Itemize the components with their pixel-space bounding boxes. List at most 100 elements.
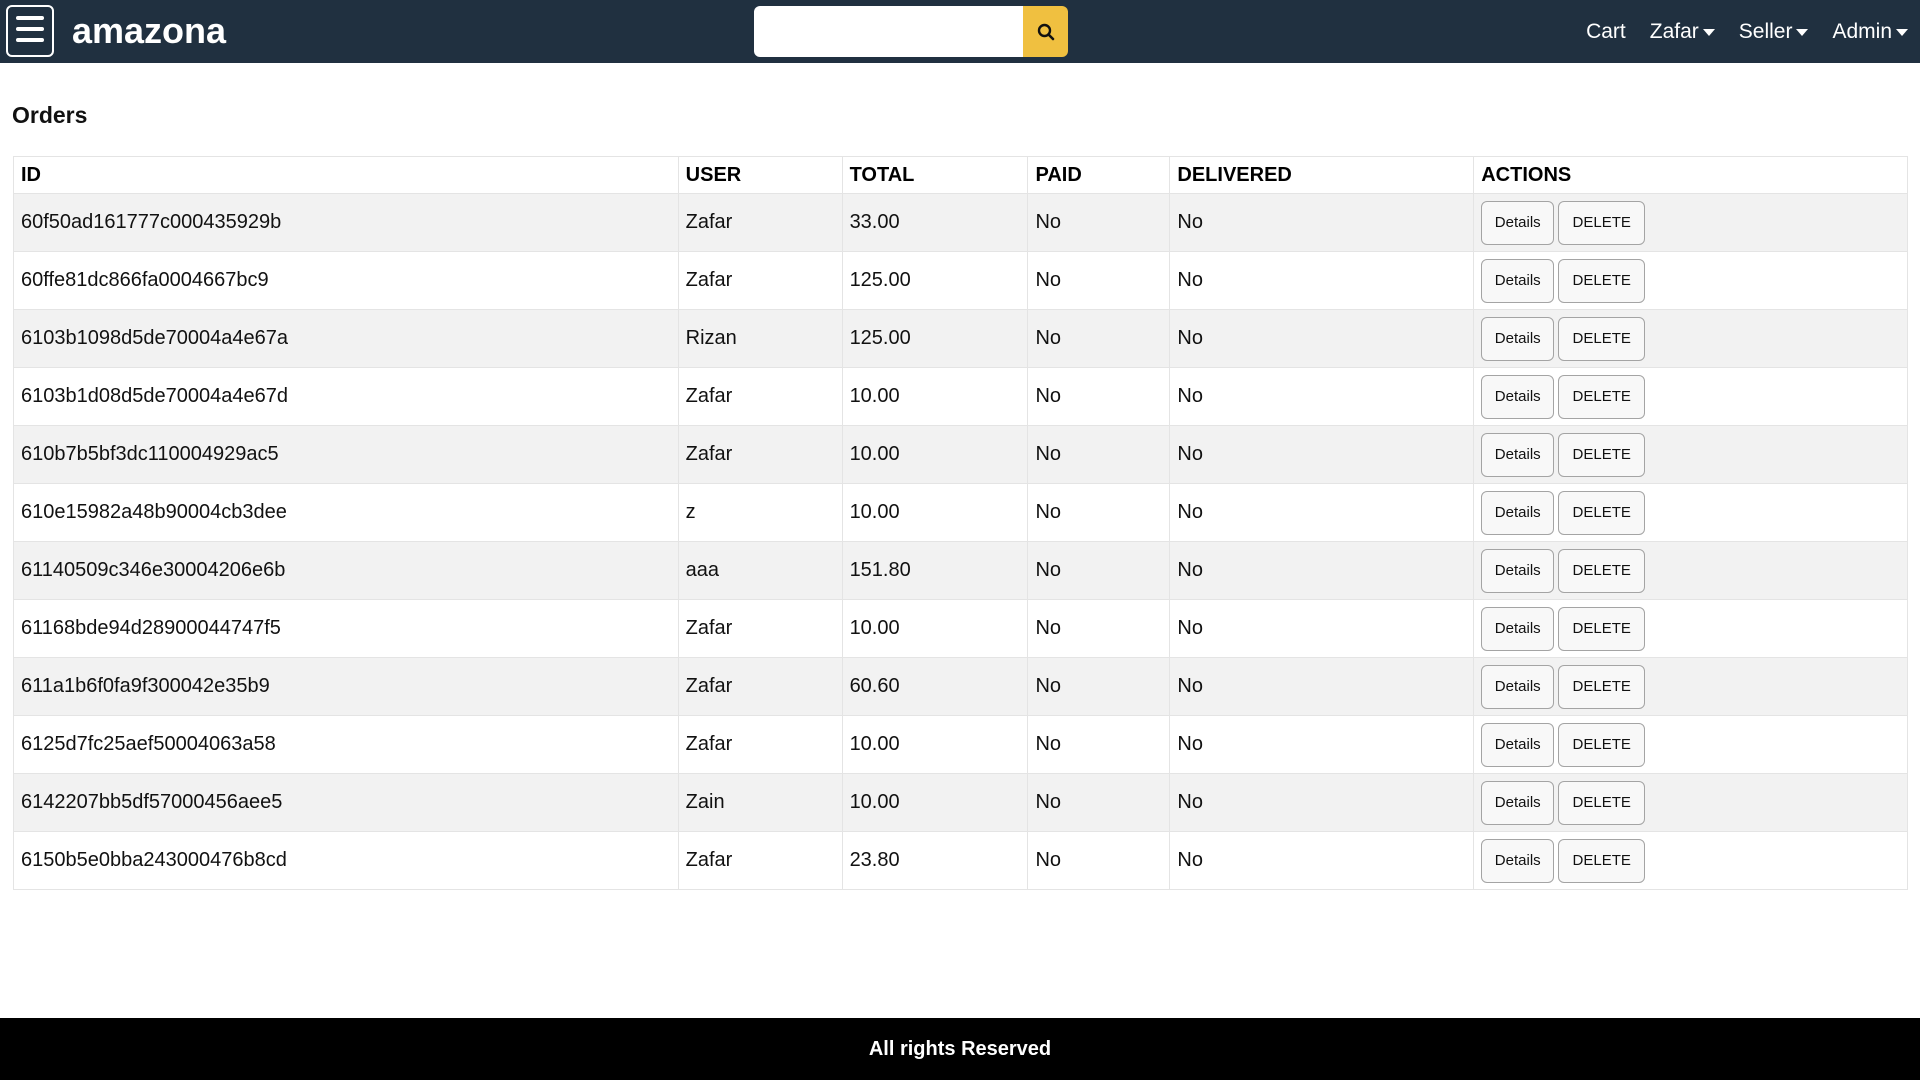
- delete-button[interactable]: DELETE: [1558, 838, 1646, 883]
- order-paid-cell: No: [1027, 599, 1171, 658]
- delete-button[interactable]: DELETE: [1558, 664, 1646, 709]
- column-header-user: USER: [677, 156, 843, 194]
- order-total-cell: 125.00: [841, 309, 1029, 368]
- cart-label: Cart: [1586, 19, 1626, 43]
- order-delivered-cell: No: [1169, 773, 1475, 832]
- table-row: 6125d7fc25aef50004063a58 Zafar 10.00 No No De…: [13, 715, 1908, 774]
- column-header-delivered: DELIVERED: [1169, 156, 1475, 194]
- order-actions-cell: Details DELETE: [1473, 309, 1908, 368]
- delete-button[interactable]: DELETE: [1558, 606, 1646, 651]
- order-user-cell: Zafar: [677, 831, 843, 890]
- order-id-cell: 60ffe81dc866fa0004667bc9: [13, 251, 679, 310]
- order-delivered-cell: No: [1169, 193, 1475, 252]
- table-row: 6150b5e0bba243000476b8cd Zafar 23.80 No No De…: [13, 831, 1908, 890]
- page: amazona Cart Zafar Seller Admin Orders I…: [0, 0, 1920, 1080]
- order-delivered-cell: No: [1169, 599, 1475, 658]
- order-delivered-cell: No: [1169, 367, 1475, 426]
- table-row: 61168bde94d28900044747f5 Zafar 10.00 No No De…: [13, 599, 1908, 658]
- order-id-cell: 6103b1098d5de70004a4e67a: [13, 309, 679, 368]
- table-row: 6103b1d08d5de70004a4e67d Zafar 10.00 No No De…: [13, 367, 1908, 426]
- delete-button[interactable]: DELETE: [1558, 200, 1646, 245]
- delete-button[interactable]: DELETE: [1558, 722, 1646, 767]
- top-navbar: amazona Cart Zafar Seller Admin: [0, 0, 1920, 63]
- table-row: 6142207bb5df57000456aee5 Zain 10.00 No No Det…: [13, 773, 1908, 832]
- details-button[interactable]: Details: [1481, 606, 1555, 651]
- page-title: Orders: [12, 102, 88, 128]
- order-id-cell: 61168bde94d28900044747f5: [13, 599, 679, 658]
- order-total-cell: 10.00: [841, 483, 1029, 542]
- order-user-cell: Zafar: [677, 715, 843, 774]
- search-button[interactable]: [1023, 6, 1068, 57]
- order-actions-cell: Details DELETE: [1473, 483, 1908, 542]
- details-button[interactable]: Details: [1481, 316, 1555, 361]
- order-paid-cell: No: [1027, 193, 1171, 252]
- order-delivered-cell: No: [1169, 541, 1475, 600]
- order-actions-cell: Details DELETE: [1473, 657, 1908, 716]
- seller-label: Seller: [1738, 19, 1793, 43]
- seller-dropdown[interactable]: Seller: [1739, 20, 1809, 44]
- order-paid-cell: No: [1027, 541, 1171, 600]
- column-header-actions: ACTIONS: [1473, 156, 1908, 194]
- delete-button[interactable]: DELETE: [1558, 780, 1646, 825]
- cart-link[interactable]: Cart: [1586, 20, 1626, 44]
- details-button[interactable]: Details: [1481, 838, 1555, 883]
- delete-button[interactable]: DELETE: [1558, 374, 1646, 419]
- details-button[interactable]: Details: [1481, 258, 1555, 303]
- caret-down-icon: [1896, 29, 1908, 36]
- order-user-cell: Zafar: [677, 193, 843, 252]
- brand-logo-link[interactable]: amazona: [72, 8, 226, 54]
- details-button[interactable]: Details: [1481, 664, 1555, 709]
- order-paid-cell: No: [1027, 367, 1171, 426]
- order-paid-cell: No: [1027, 425, 1171, 484]
- delete-button[interactable]: DELETE: [1558, 548, 1646, 593]
- order-total-cell: 10.00: [841, 367, 1029, 426]
- delete-button[interactable]: DELETE: [1558, 432, 1646, 477]
- order-actions-cell: Details DELETE: [1473, 541, 1908, 600]
- order-actions-cell: Details DELETE: [1473, 251, 1908, 310]
- order-paid-cell: No: [1027, 251, 1171, 310]
- order-delivered-cell: No: [1169, 309, 1475, 368]
- order-user-cell: Zafar: [677, 367, 843, 426]
- order-actions-cell: Details DELETE: [1473, 425, 1908, 484]
- delete-button[interactable]: DELETE: [1558, 490, 1646, 535]
- table-row: 611a1b6f0fa9f300042e35b9 Zafar 60.60 No No De…: [13, 657, 1908, 716]
- user-dropdown[interactable]: Zafar: [1650, 20, 1715, 44]
- hamburger-menu-button[interactable]: [6, 5, 54, 57]
- order-id-cell: 611a1b6f0fa9f300042e35b9: [13, 657, 679, 716]
- order-delivered-cell: No: [1169, 831, 1475, 890]
- details-button[interactable]: Details: [1481, 490, 1555, 535]
- order-total-cell: 10.00: [841, 773, 1029, 832]
- order-id-cell: 6142207bb5df57000456aee5: [13, 773, 679, 832]
- order-id-cell: 60f50ad161777c000435929b: [13, 193, 679, 252]
- details-button[interactable]: Details: [1481, 548, 1555, 593]
- details-button[interactable]: Details: [1481, 722, 1555, 767]
- details-button[interactable]: Details: [1481, 432, 1555, 477]
- order-total-cell: 10.00: [841, 715, 1029, 774]
- order-paid-cell: No: [1027, 773, 1171, 832]
- search-form: [754, 6, 1068, 57]
- caret-down-icon: [1702, 29, 1715, 36]
- details-button[interactable]: Details: [1481, 780, 1555, 825]
- admin-dropdown[interactable]: Admin: [1832, 20, 1908, 44]
- order-paid-cell: No: [1027, 309, 1171, 368]
- order-user-cell: Zain: [677, 773, 843, 832]
- order-total-cell: 10.00: [841, 599, 1029, 658]
- table-row: 6103b1098d5de70004a4e67a Rizan 125.00 No No D…: [13, 309, 1908, 368]
- order-user-cell: Rizan: [677, 309, 843, 368]
- order-total-cell: 125.00: [841, 251, 1029, 310]
- search-input[interactable]: [754, 6, 1023, 57]
- details-button[interactable]: Details: [1481, 374, 1555, 419]
- table-header-row: ID USER TOTAL PAID DELIVERED ACTIONS: [13, 156, 1908, 194]
- order-user-cell: aaa: [677, 541, 843, 600]
- order-id-cell: 6103b1d08d5de70004a4e67d: [13, 367, 679, 426]
- orders-table: ID USER TOTAL PAID DELIVERED ACTIONS 60f…: [13, 156, 1908, 890]
- order-paid-cell: No: [1027, 483, 1171, 542]
- table-row: 60f50ad161777c000435929b Zafar 33.00 No No De…: [13, 193, 1908, 252]
- details-button[interactable]: Details: [1481, 200, 1555, 245]
- order-id-cell: 6150b5e0bba243000476b8cd: [13, 831, 679, 890]
- delete-button[interactable]: DELETE: [1558, 316, 1646, 361]
- order-id-cell: 610b7b5bf3dc110004929ac5: [13, 425, 679, 484]
- delete-button[interactable]: DELETE: [1558, 258, 1646, 303]
- order-actions-cell: Details DELETE: [1473, 193, 1908, 252]
- user-name: Zafar: [1649, 19, 1699, 43]
